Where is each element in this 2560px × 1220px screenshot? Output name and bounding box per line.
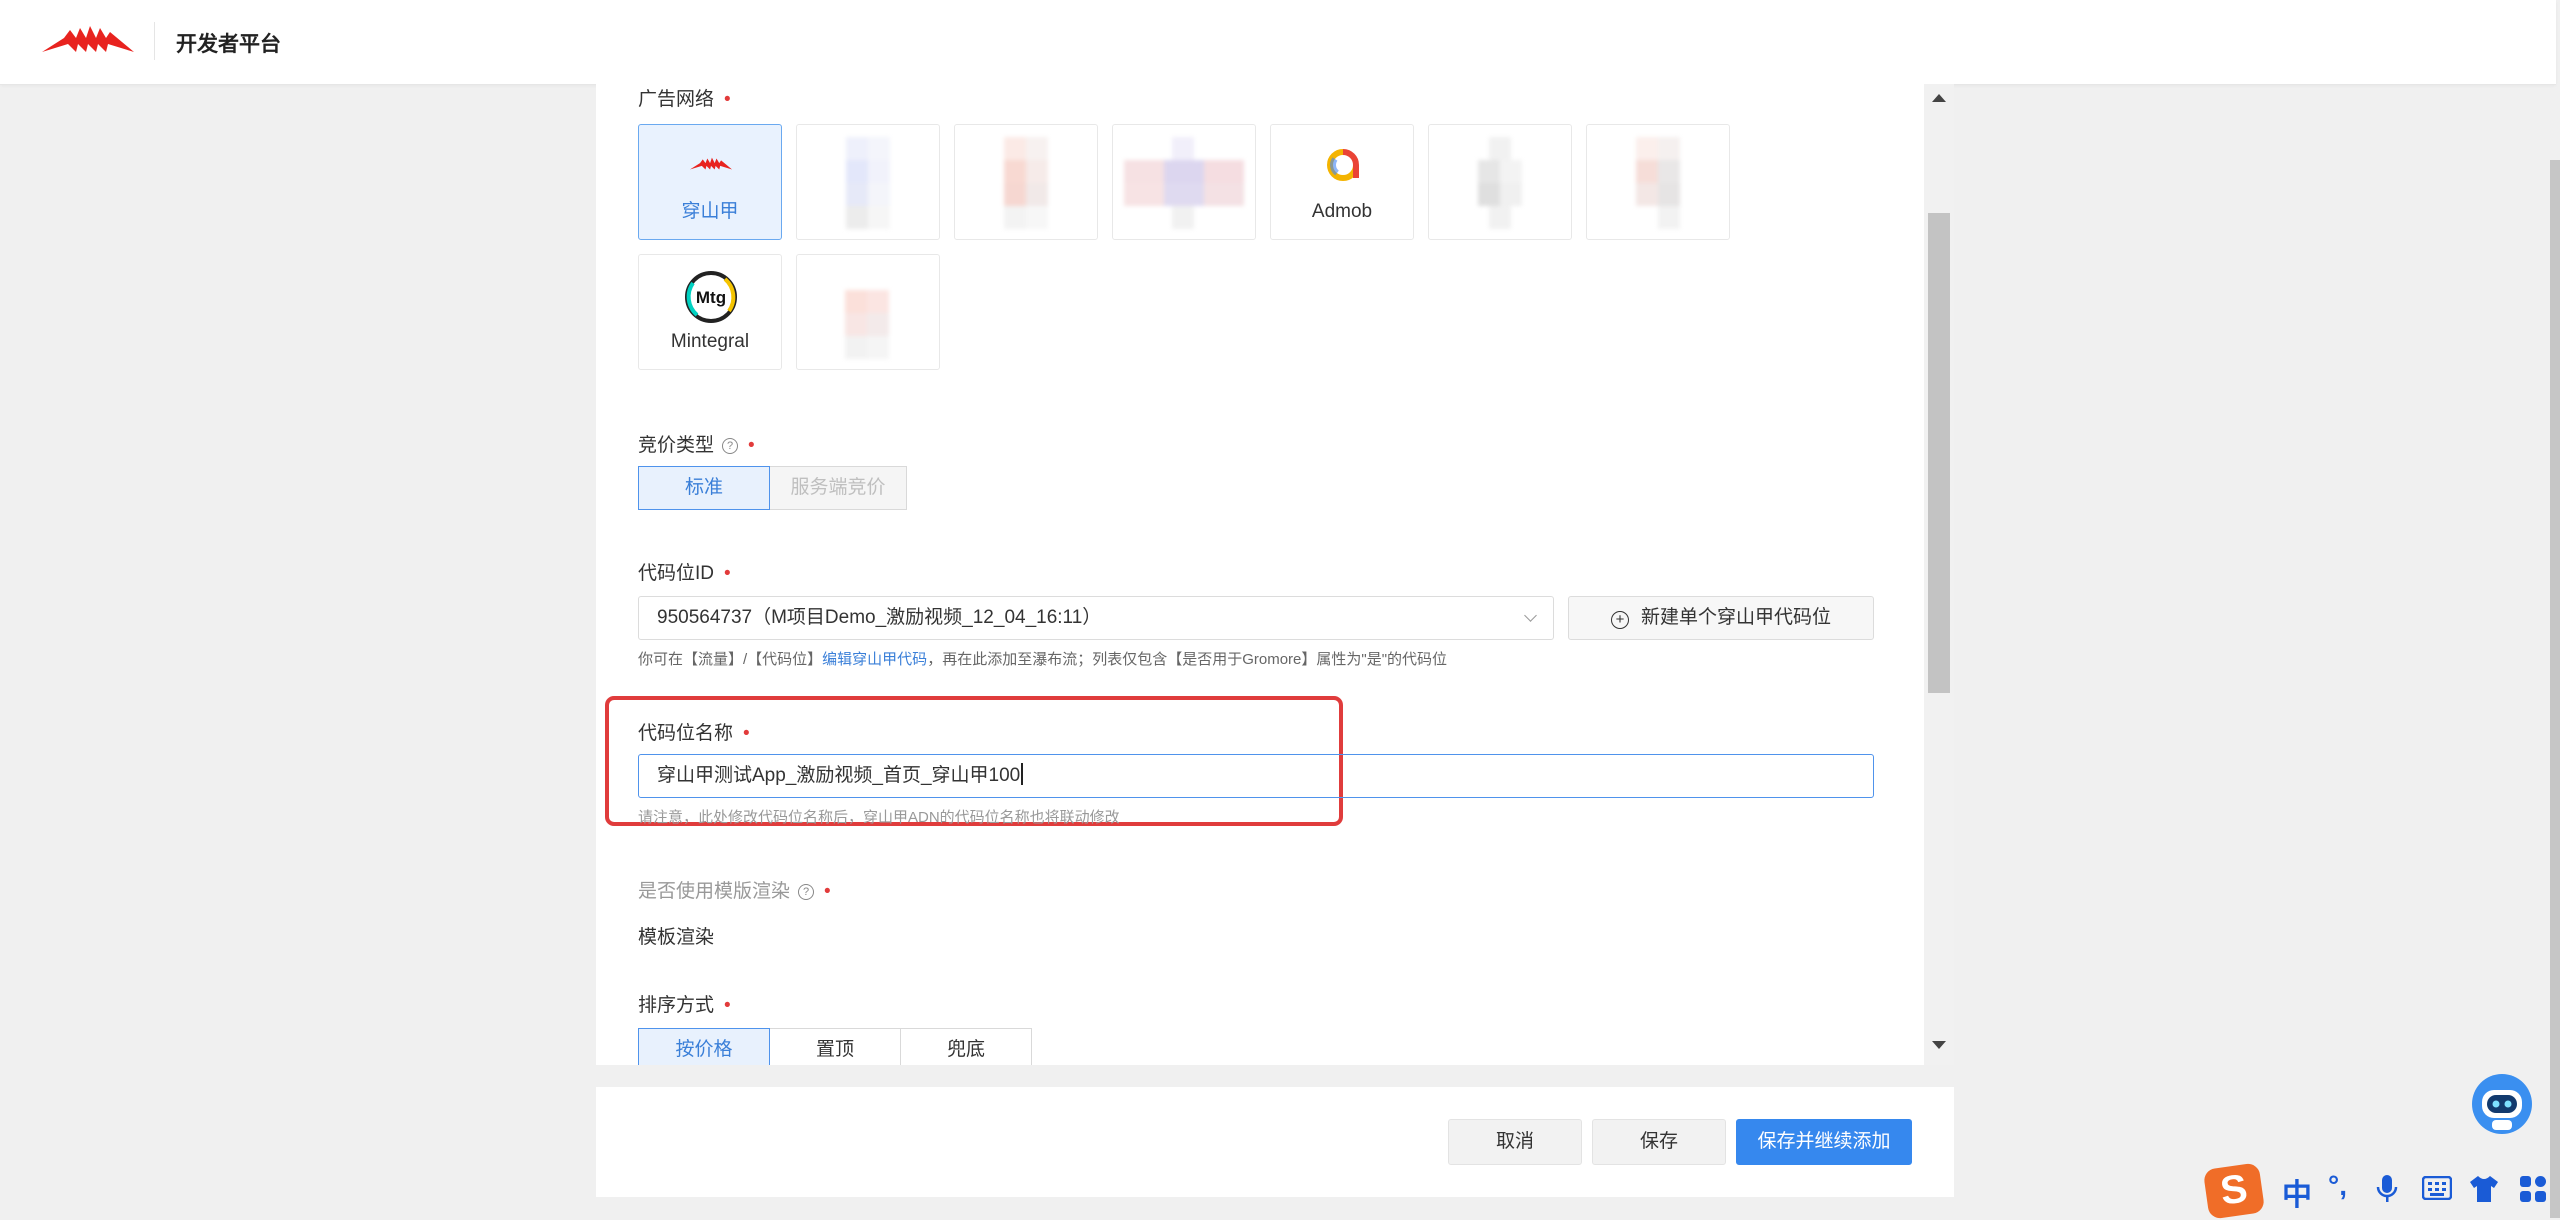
- assistant-robot-icon[interactable]: [2470, 1072, 2534, 1136]
- form-footer: 取消 保存 保存并继续添加: [596, 1087, 1954, 1197]
- sort-top[interactable]: 置顶: [769, 1028, 901, 1065]
- slot-id-label: 代码位ID •: [638, 563, 731, 584]
- admob-icon: [1327, 149, 1359, 181]
- header-divider: [154, 22, 155, 60]
- help-icon[interactable]: ?: [798, 884, 815, 900]
- network-card-admob[interactable]: Admob: [1270, 124, 1414, 240]
- network-card-blurred[interactable]: [796, 254, 940, 370]
- svg-text:Mtg: Mtg: [696, 288, 726, 307]
- sogou-logo-icon[interactable]: S: [2202, 1162, 2266, 1220]
- blurred-network-icon: [1614, 137, 1702, 229]
- cancel-button[interactable]: 取消: [1448, 1119, 1582, 1165]
- toolbox-grid-icon[interactable]: [2518, 1174, 2548, 1204]
- blurred-network-icon: [833, 267, 903, 359]
- mintegral-icon: Mtg: [685, 271, 737, 323]
- page-scrollbar[interactable]: [2550, 160, 2560, 1218]
- plus-circle-icon: +: [1610, 611, 1629, 629]
- slot-id-select[interactable]: 950564737（M项目Demo_激励视频_12_04_16:11）: [638, 596, 1554, 640]
- sort-by-price[interactable]: 按价格: [638, 1028, 770, 1065]
- scrollbar-thumb[interactable]: [1928, 213, 1950, 693]
- skin-shirt-icon[interactable]: [2468, 1174, 2500, 1204]
- pangolin-logo-icon[interactable]: [40, 22, 136, 58]
- ad-network-label: 广告网络 •: [638, 89, 731, 110]
- network-card-mintegral[interactable]: Mtg Mintegral: [638, 254, 782, 370]
- slot-id-hint: 你可在【流量】/【代码位】编辑穿山甲代码，再在此添加至瀑布流；列表仅包含【是否用…: [638, 651, 1448, 668]
- network-card-blurred[interactable]: [1112, 124, 1256, 240]
- network-card-name: Mintegral: [670, 331, 750, 352]
- blurred-network-icon: [1456, 137, 1544, 229]
- bid-type-label: 竞价类型? •: [638, 435, 755, 456]
- bid-type-standard[interactable]: 标准: [638, 466, 770, 510]
- network-card-blurred[interactable]: [1428, 124, 1572, 240]
- sort-fallback[interactable]: 兜底: [900, 1028, 1032, 1065]
- template-value: 模板渲染: [638, 927, 715, 948]
- help-icon[interactable]: ?: [722, 438, 739, 454]
- new-slot-button[interactable]: + 新建单个穿山甲代码位: [1568, 596, 1874, 640]
- top-bar: 开发者平台: [0, 0, 2556, 85]
- blurred-network-icon: [824, 137, 912, 229]
- network-card-blurred[interactable]: [1586, 124, 1730, 240]
- scroll-down-arrow-icon[interactable]: [1932, 1041, 1946, 1049]
- sort-label: 排序方式 •: [638, 995, 731, 1016]
- edit-slot-link[interactable]: 编辑穿山甲代码: [822, 651, 927, 668]
- slot-name-input[interactable]: 穿山甲测试App_激励视频_首页_穿山甲100: [638, 754, 1874, 798]
- blurred-network-icon: [1124, 137, 1244, 229]
- microphone-icon[interactable]: [2376, 1174, 2398, 1204]
- pangolin-icon: [689, 157, 733, 170]
- form-panel: 广告网络 • 穿山甲 Admob Mtg Mintegral 竞价类型 ? • …: [596, 84, 1954, 1065]
- ime-toolbar: S 中 °,: [2200, 1160, 2560, 1220]
- save-button[interactable]: 保存: [1592, 1119, 1726, 1165]
- text-cursor: [1021, 763, 1023, 785]
- network-card-blurred[interactable]: [796, 124, 940, 240]
- bid-type-server-bidding[interactable]: 服务端竞价: [769, 466, 907, 510]
- ime-lang-toggle[interactable]: 中: [2282, 1170, 2312, 1214]
- network-card-name: Admob: [1311, 201, 1373, 222]
- template-label: 是否使用模版渲染? •: [638, 881, 831, 902]
- network-card-name: 穿山甲: [681, 201, 739, 222]
- save-continue-button[interactable]: 保存并继续添加: [1736, 1119, 1912, 1165]
- network-card-blurred[interactable]: [954, 124, 1098, 240]
- ime-punct-toggle[interactable]: °,: [2328, 1170, 2347, 1202]
- scroll-up-arrow-icon[interactable]: [1932, 94, 1946, 102]
- slot-name-hint: 请注意，此处修改代码位名称后，穿山甲ADN的代码位名称也将联动修改: [638, 809, 1120, 826]
- platform-title: 开发者平台: [176, 33, 281, 56]
- slot-name-label: 代码位名称 •: [638, 723, 750, 744]
- panel-scrollbar[interactable]: [1924, 84, 1954, 1065]
- network-card-pangolin[interactable]: 穿山甲: [638, 124, 782, 240]
- blurred-network-icon: [982, 137, 1070, 229]
- keyboard-icon[interactable]: [2422, 1176, 2452, 1200]
- chevron-down-icon: [1524, 609, 1537, 622]
